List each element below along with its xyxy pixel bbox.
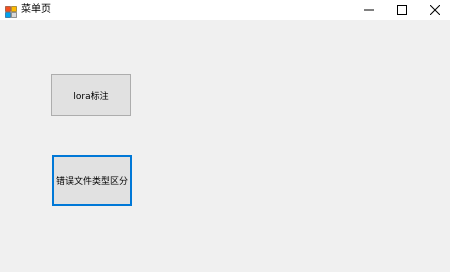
minimize-icon xyxy=(364,5,374,15)
close-button[interactable] xyxy=(418,0,450,20)
lora-annotation-button[interactable]: lora标注 xyxy=(51,74,131,116)
close-icon xyxy=(430,5,440,15)
app-icon[interactable] xyxy=(5,3,17,18)
minimize-button[interactable] xyxy=(352,0,386,20)
maximize-button[interactable] xyxy=(385,0,419,20)
form-client-area: lora标注 错误文件类型区分 xyxy=(0,20,450,272)
error-file-type-button[interactable]: 错误文件类型区分 xyxy=(52,155,132,206)
window-title: 菜单页 xyxy=(21,4,51,15)
app-window: 菜单页 lora标注 错误文件类型区分 xyxy=(0,0,450,272)
title-bar[interactable]: 菜单页 xyxy=(0,0,450,20)
maximize-icon xyxy=(397,5,407,15)
